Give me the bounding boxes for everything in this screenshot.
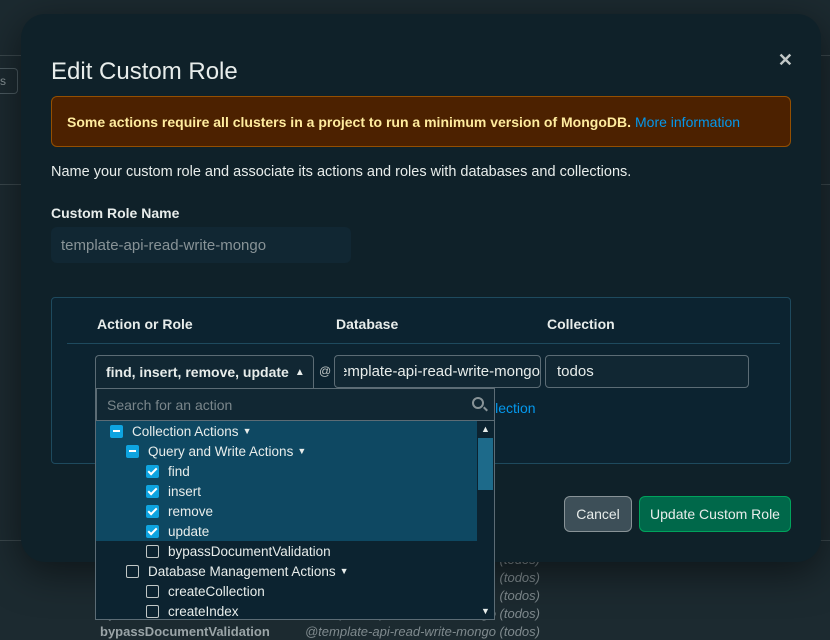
background-role-name: bypassDocumentValidation [100, 624, 270, 639]
action-select[interactable]: find, insert, remove, update ▲ [95, 355, 314, 388]
action-option[interactable]: update [96, 521, 478, 541]
action-option[interactable]: find [96, 461, 478, 481]
modal-description: Name your custom role and associate its … [51, 164, 632, 180]
caret-up-icon: ▲ [294, 366, 305, 378]
action-option[interactable]: createCollection [96, 581, 478, 601]
background-role-database: (todos) [499, 588, 540, 603]
action-or-role-header: Action or Role [97, 316, 193, 332]
database-header: Database [336, 316, 399, 332]
at-sign: @ [319, 364, 332, 378]
action-list: Collection Actions ▼ Query and Write Actio… [96, 421, 478, 619]
warning-banner-text: Some actions require all clusters in a p… [67, 113, 631, 130]
background-tab: s [0, 68, 18, 94]
action-option-label: update [168, 523, 210, 539]
checkbox-empty-icon[interactable] [146, 604, 159, 618]
action-option[interactable]: Collection Actions ▼ [96, 421, 478, 441]
action-option[interactable]: createIndex [96, 601, 478, 619]
action-option-label: remove [168, 503, 214, 519]
checkbox-partial-icon[interactable] [126, 444, 139, 458]
warning-banner: Some actions require all clusters in a p… [51, 96, 791, 147]
caret-down-icon[interactable]: ▼ [243, 426, 252, 436]
checkbox-empty-icon[interactable] [146, 584, 159, 598]
checkbox-checked-icon[interactable] [146, 504, 159, 518]
action-option-label: createCollection [168, 583, 265, 599]
close-icon[interactable]: ✕ [778, 50, 793, 71]
checkbox-checked-icon[interactable] [146, 464, 159, 478]
action-option-label: Database Management Actions [148, 563, 336, 579]
action-select-value: find, insert, remove, update [106, 364, 289, 380]
collection-header: Collection [547, 316, 615, 332]
action-option-label: insert [168, 483, 202, 499]
action-option-label: Collection Actions [132, 423, 239, 439]
action-option-label: Query and Write Actions [148, 443, 294, 459]
checkbox-checked-icon[interactable] [146, 484, 159, 498]
action-option[interactable]: remove [96, 501, 478, 521]
checkbox-checked-icon[interactable] [146, 524, 159, 538]
collection-input[interactable] [545, 355, 749, 388]
action-dropdown: Collection Actions▼Query and Write Actio… [95, 388, 495, 620]
action-search-input[interactable] [96, 388, 495, 421]
more-information-link[interactable]: More information [635, 114, 740, 130]
checkbox-partial-icon[interactable] [110, 424, 123, 438]
search-icon [472, 397, 484, 409]
caret-down-icon[interactable]: ▼ [340, 566, 349, 576]
scrollbar-thumb[interactable] [478, 438, 493, 490]
background-role-database: @template-api-read-write-mongo (todos) [304, 624, 540, 639]
action-option-label: find [168, 463, 190, 479]
caret-down-icon[interactable]: ▼ [297, 446, 306, 456]
checkbox-empty-icon[interactable] [146, 544, 159, 558]
checkbox-empty-icon[interactable] [126, 564, 139, 578]
action-option[interactable]: Database Management Actions ▼ [96, 561, 478, 581]
database-input[interactable] [334, 355, 541, 388]
panel-divider [67, 343, 780, 344]
cancel-button[interactable]: Cancel [564, 496, 632, 532]
dropdown-scrollbar[interactable]: ▲ ▼ [477, 421, 494, 619]
update-custom-role-button[interactable]: Update Custom Role [639, 496, 791, 532]
role-name-label: Custom Role Name [51, 205, 180, 221]
modal-title: Edit Custom Role [51, 58, 238, 85]
background-role-row: bypassDocumentValidation @template-api-re… [100, 624, 540, 640]
action-option-label: bypassDocumentValidation [168, 543, 331, 559]
role-name-input[interactable] [51, 227, 351, 263]
action-option[interactable]: bypassDocumentValidation [96, 541, 478, 561]
add-collection-link[interactable]: llection [492, 400, 536, 416]
action-option[interactable]: insert [96, 481, 478, 501]
scroll-down-icon[interactable]: ▼ [477, 603, 494, 619]
action-option[interactable]: Query and Write Actions ▼ [96, 441, 478, 461]
scroll-up-icon[interactable]: ▲ [477, 421, 494, 437]
background-role-database: (todos) [499, 570, 540, 585]
action-option-label: createIndex [168, 603, 239, 619]
